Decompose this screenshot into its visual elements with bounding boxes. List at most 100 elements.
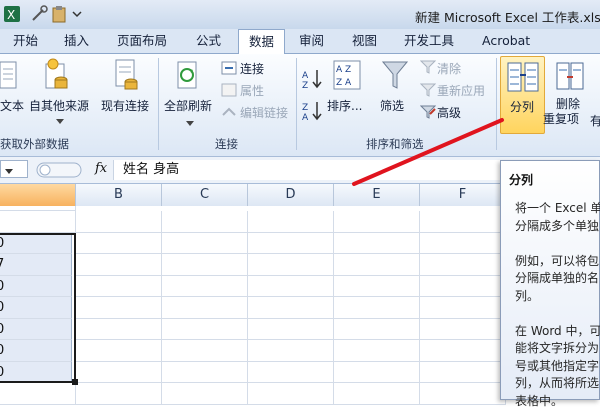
tools-icon[interactable] [30, 5, 48, 23]
sort-dialog-icon: A Z Z A [333, 60, 361, 93]
grid-cell[interactable] [420, 340, 506, 362]
grid-cell[interactable] [334, 340, 420, 362]
tooltip-line: 分隔成多个单独 [515, 218, 600, 233]
tab-review[interactable]: 审阅 [299, 29, 324, 53]
grid-cell[interactable] [248, 318, 334, 340]
grid-cell[interactable] [76, 275, 162, 297]
grid-cell[interactable] [248, 275, 334, 297]
grid-cell[interactable] [248, 211, 334, 233]
grid-cell[interactable] [76, 254, 162, 276]
grid-cell[interactable] [248, 361, 334, 383]
column-header-b[interactable]: B [76, 184, 162, 206]
refresh-all-button[interactable]: 全部刷新 [164, 97, 212, 114]
svg-text:A: A [302, 71, 309, 81]
grid-cell[interactable] [334, 232, 420, 254]
ribbon-tab-bar: 开始 插入 页面布局 公式 数据 审阅 视图 开发工具 Acrobat [0, 29, 600, 54]
text-to-columns-button[interactable]: 分列 [500, 56, 545, 134]
properties-button[interactable]: 属性 [240, 82, 264, 99]
dropdown-chevron-icon[interactable] [68, 5, 86, 23]
grid-cell[interactable] [162, 361, 248, 383]
paste-icon[interactable] [50, 5, 68, 23]
grid-cell[interactable] [162, 211, 248, 233]
tab-page-layout[interactable]: 页面布局 [117, 29, 167, 53]
excel-logo-icon[interactable]: X [3, 5, 21, 23]
grid-cell[interactable] [420, 383, 506, 405]
grid-cell[interactable] [76, 383, 162, 405]
grid-cell[interactable] [0, 206, 76, 211]
grid-cell[interactable] [162, 383, 248, 405]
tooltip-line: 能将文字拆分为 [515, 341, 600, 355]
clear-button[interactable]: 清除 [437, 60, 461, 77]
from-text-button[interactable]: 文本 [0, 97, 24, 114]
grid-cell[interactable] [76, 361, 162, 383]
grid-cell[interactable] [162, 340, 248, 362]
column-header-f[interactable]: F [420, 184, 506, 206]
tooltip-line: 表格中。 [515, 393, 564, 408]
grid-cell[interactable] [162, 232, 248, 254]
grid-cell[interactable] [248, 340, 334, 362]
grid-cell[interactable] [248, 254, 334, 276]
grid-cell[interactable] [420, 232, 506, 254]
insert-function-button[interactable]: fx [95, 161, 107, 176]
grid-cell[interactable] [248, 232, 334, 254]
tab-formulas[interactable]: 公式 [196, 29, 221, 53]
group-label-sort-filter: 排序和筛选 [366, 137, 424, 151]
from-other-sources-button[interactable]: 自其他来源 [29, 97, 89, 114]
grid-cell[interactable] [334, 318, 420, 340]
existing-connections-button[interactable]: 现有连接 [101, 97, 149, 114]
tab-developer[interactable]: 开发工具 [404, 29, 454, 53]
grid-cell[interactable] [162, 318, 248, 340]
grid-cell[interactable] [334, 211, 420, 233]
grid-cell[interactable] [420, 254, 506, 276]
grid-cell[interactable] [420, 275, 506, 297]
other-sources-icon [44, 58, 70, 95]
tab-view[interactable]: 视图 [352, 29, 377, 53]
grid-cell[interactable] [420, 318, 506, 340]
column-header-a[interactable] [0, 184, 76, 206]
grid-cell[interactable] [162, 275, 248, 297]
sort-button[interactable]: 排序... [327, 97, 362, 114]
column-header-e[interactable]: E [334, 184, 420, 206]
grid-cell[interactable] [334, 275, 420, 297]
grid-cell[interactable] [76, 232, 162, 254]
tab-data[interactable]: 数据 [238, 29, 285, 54]
cell-col-a[interactable] [0, 383, 76, 405]
advanced-button[interactable]: 高级 [437, 104, 461, 121]
grid-cell[interactable] [76, 211, 162, 233]
tooltip-line: 分隔成单独的名 [515, 271, 600, 285]
grid-cell[interactable] [334, 254, 420, 276]
reapply-button[interactable]: 重新应用 [437, 82, 485, 99]
refresh-all-icon [176, 60, 202, 95]
name-box-dropdown-icon[interactable] [4, 165, 14, 179]
svg-text:A: A [302, 113, 309, 122]
cell-col-a[interactable] [0, 211, 76, 233]
tab-acrobat[interactable]: Acrobat [482, 29, 530, 53]
grid-cell[interactable] [420, 211, 506, 233]
edit-links-button[interactable]: 编辑链接 [240, 104, 288, 121]
grid-cell[interactable] [248, 383, 334, 405]
grid-cell[interactable] [334, 297, 420, 319]
filter-button[interactable]: 筛选 [380, 97, 404, 114]
grid-cell[interactable] [334, 361, 420, 383]
grid-cell[interactable] [162, 297, 248, 319]
formula-bar-resize-handle[interactable] [36, 162, 82, 181]
column-header-d[interactable]: D [248, 184, 334, 206]
grid-cell[interactable] [76, 340, 162, 362]
data-validation-button-partial[interactable]: 有 [590, 112, 600, 129]
title-bar: X 新建 Microsoft Excel 工作表.xlsx [0, 0, 600, 30]
connections-button[interactable]: 连接 [240, 60, 264, 77]
grid-cell[interactable] [420, 297, 506, 319]
grid-cell[interactable] [334, 383, 420, 405]
remove-duplicates-button[interactable]: 删除 重复项 [543, 97, 580, 127]
tooltip-line: 列，从而将所选 [515, 376, 600, 390]
grid-cell[interactable] [76, 297, 162, 319]
tab-home[interactable]: 开始 [13, 29, 38, 53]
column-header-c[interactable]: C [162, 184, 248, 206]
grid-cell[interactable] [76, 318, 162, 340]
grid-cell[interactable] [248, 297, 334, 319]
tab-insert[interactable]: 插入 [64, 29, 89, 53]
fill-handle[interactable] [72, 379, 78, 385]
grid-cell[interactable] [420, 361, 506, 383]
grid-cell[interactable] [162, 254, 248, 276]
remove-duplicates-icon [556, 62, 584, 95]
